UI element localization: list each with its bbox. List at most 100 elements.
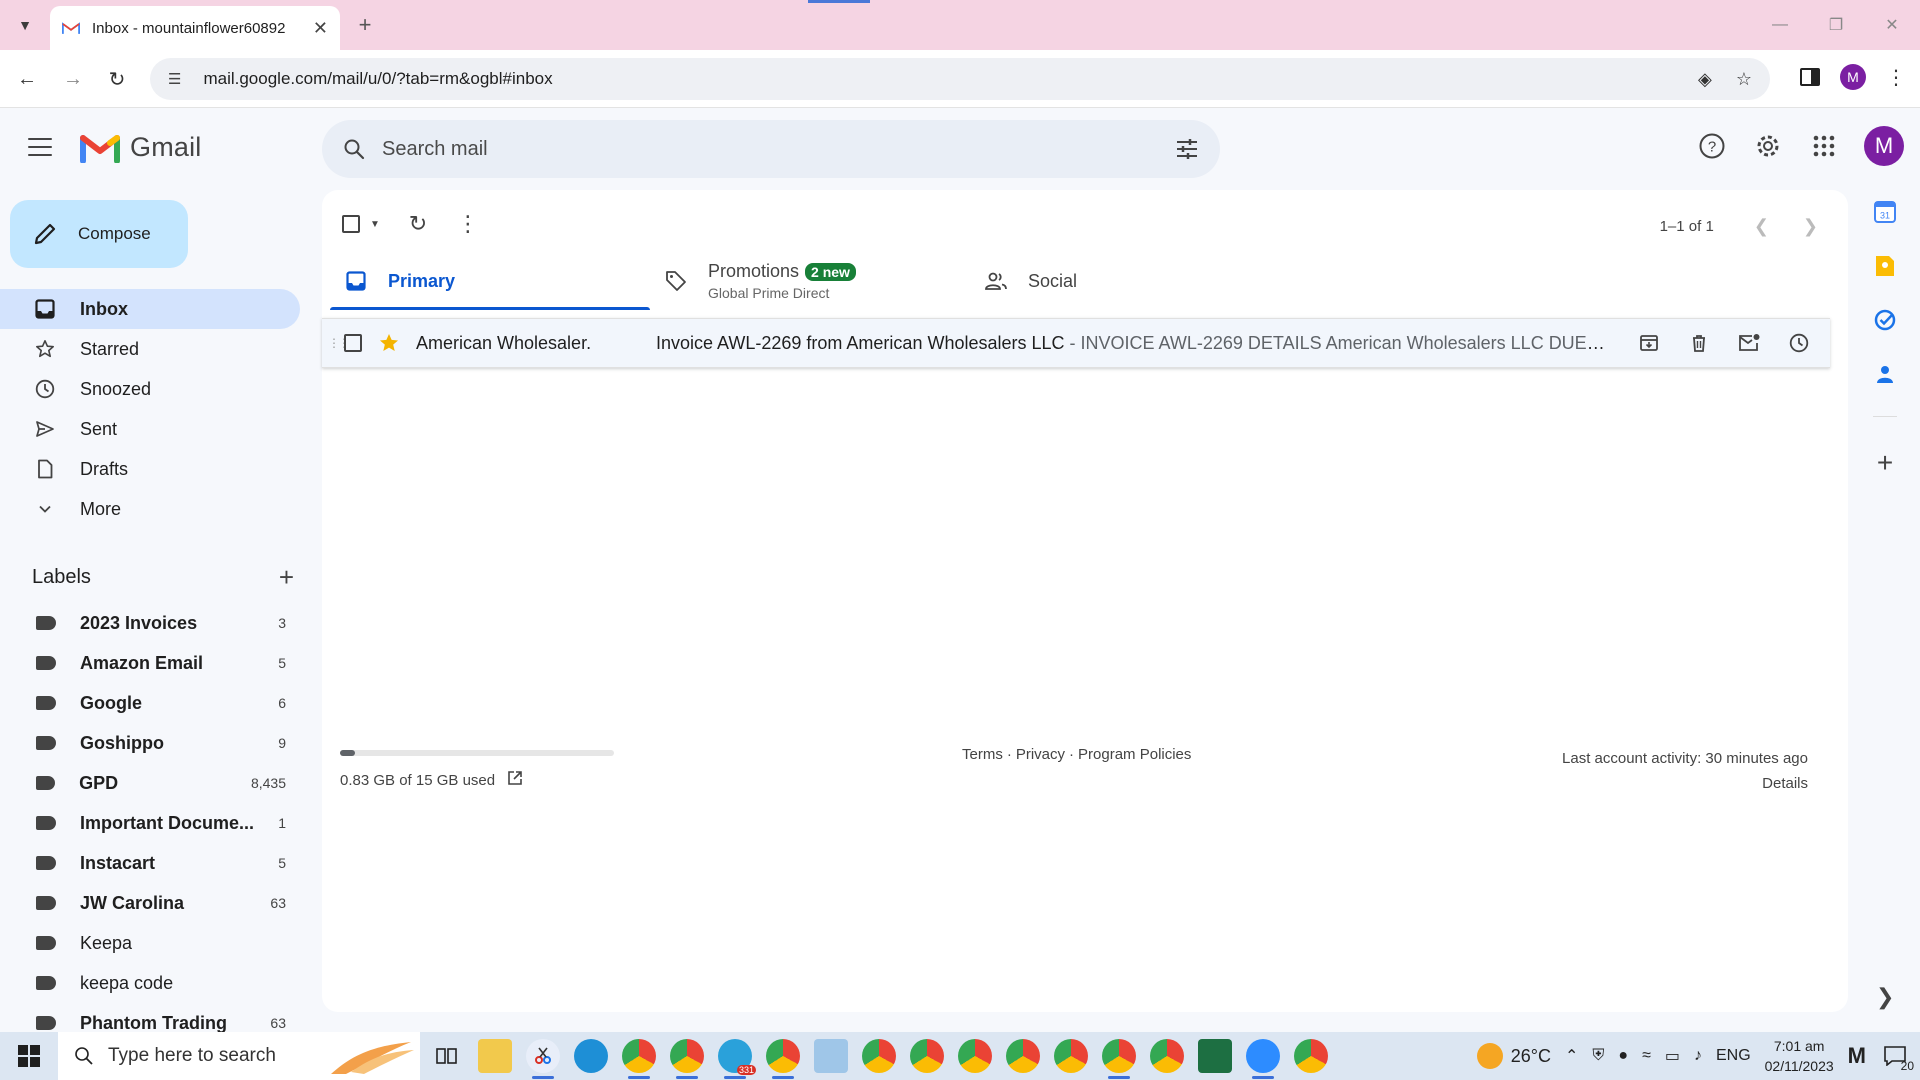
label-item[interactable]: GPD 8,435 bbox=[0, 763, 300, 803]
task-view-icon[interactable] bbox=[430, 1039, 464, 1073]
close-window-icon[interactable]: ✕ bbox=[1864, 0, 1920, 50]
chrome-profile-icon[interactable] bbox=[1102, 1039, 1136, 1079]
compose-button[interactable]: Compose bbox=[10, 200, 188, 268]
older-page-icon[interactable]: ❯ bbox=[1803, 216, 1818, 237]
browser-profile-avatar[interactable]: M bbox=[1840, 64, 1866, 90]
excel-icon[interactable] bbox=[1198, 1039, 1232, 1073]
account-avatar[interactable]: M bbox=[1864, 126, 1904, 166]
select-dropdown-icon[interactable]: ▼ bbox=[370, 219, 380, 230]
notification-center-icon[interactable]: 20 bbox=[1880, 1041, 1914, 1073]
open-external-icon[interactable] bbox=[507, 770, 523, 790]
taskbar-clock[interactable]: 7:01 am 02/11/2023 bbox=[1765, 1036, 1834, 1076]
create-label-plus-icon[interactable]: + bbox=[279, 562, 294, 593]
refresh-icon[interactable]: ↻ bbox=[406, 211, 430, 236]
program-policies-link[interactable]: Program Policies bbox=[1078, 746, 1191, 763]
taskbar-search-box[interactable]: Type here to search bbox=[58, 1032, 420, 1080]
extension-icon[interactable]: ◈ bbox=[1698, 69, 1712, 90]
drag-handle-icon[interactable]: ⋮⋮ bbox=[328, 336, 350, 350]
label-item[interactable]: keepa code bbox=[0, 963, 300, 1003]
delete-trash-icon[interactable] bbox=[1688, 332, 1710, 354]
side-panel-icon[interactable] bbox=[1800, 68, 1820, 86]
file-explorer-icon[interactable] bbox=[478, 1039, 512, 1073]
chrome-profile-icon[interactable] bbox=[910, 1039, 944, 1073]
nav-item-more[interactable]: More bbox=[0, 489, 300, 529]
chrome-icon[interactable] bbox=[1294, 1039, 1328, 1073]
nav-item-snoozed[interactable]: Snoozed bbox=[0, 369, 300, 409]
tab-social[interactable]: Social bbox=[970, 252, 1290, 310]
tasks-icon[interactable] bbox=[1873, 308, 1897, 332]
nav-item-sent[interactable]: Sent bbox=[0, 409, 300, 449]
browser-menu-icon[interactable]: ⋮ bbox=[1886, 65, 1906, 90]
tray-overflow-chevron-icon[interactable]: ⌃ bbox=[1565, 1046, 1578, 1066]
label-item[interactable]: 2023 Invoices 3 bbox=[0, 603, 300, 643]
tab-search-button[interactable]: ▼ bbox=[10, 10, 40, 40]
site-info-icon[interactable]: ☰ bbox=[168, 70, 181, 88]
chrome-profile-icon[interactable] bbox=[670, 1039, 704, 1079]
chrome-profile-icon[interactable] bbox=[1006, 1039, 1040, 1073]
chrome-profile-icon[interactable] bbox=[862, 1039, 896, 1073]
label-item[interactable]: Phantom Trading 63 bbox=[0, 1003, 300, 1033]
contacts-icon[interactable] bbox=[1873, 362, 1897, 386]
mark-unread-icon[interactable] bbox=[1738, 332, 1760, 354]
monogram-app-icon[interactable]: M bbox=[1848, 1043, 1866, 1069]
calendar-icon[interactable]: 31 bbox=[1873, 200, 1897, 224]
label-item[interactable]: Amazon Email 5 bbox=[0, 643, 300, 683]
weather-widget[interactable]: 26°C bbox=[1476, 1043, 1551, 1069]
nav-item-starred[interactable]: Starred bbox=[0, 329, 300, 369]
volume-icon[interactable]: ♪ bbox=[1694, 1047, 1702, 1065]
tab-promotions[interactable]: Promotions 2 new Global Prime Direct bbox=[650, 252, 970, 310]
new-tab-button[interactable]: + bbox=[350, 10, 380, 40]
back-icon[interactable]: ← bbox=[12, 64, 42, 94]
nav-item-drafts[interactable]: Drafts bbox=[0, 449, 300, 489]
archive-icon[interactable] bbox=[1638, 332, 1660, 354]
get-addons-plus-icon[interactable]: + bbox=[1877, 447, 1893, 479]
label-item[interactable]: Google 6 bbox=[0, 683, 300, 723]
snooze-clock-icon[interactable] bbox=[1788, 332, 1810, 354]
label-item[interactable]: Goshippo 9 bbox=[0, 723, 300, 763]
browser-tab-inbox[interactable]: Inbox - mountainflower60892 ✕ bbox=[50, 6, 340, 50]
tab-primary[interactable]: Primary bbox=[330, 252, 650, 310]
label-item[interactable]: Keepa bbox=[0, 923, 300, 963]
more-options-icon[interactable]: ⋮ bbox=[456, 211, 480, 236]
show-side-panel-chevron-icon[interactable]: ❯ bbox=[1876, 984, 1894, 1010]
privacy-link[interactable]: Privacy bbox=[1016, 746, 1065, 763]
chrome-profile-icon[interactable] bbox=[958, 1039, 992, 1073]
chrome-profile-icon[interactable] bbox=[1150, 1039, 1184, 1073]
label-item[interactable]: JW Carolina 63 bbox=[0, 883, 300, 923]
notes-app-icon[interactable] bbox=[814, 1039, 848, 1073]
minimize-icon[interactable]: — bbox=[1752, 0, 1808, 50]
settings-gear-icon[interactable] bbox=[1752, 130, 1784, 162]
terms-link[interactable]: Terms bbox=[962, 746, 1003, 763]
search-options-icon[interactable] bbox=[1174, 136, 1200, 162]
address-bar[interactable]: ☰ mail.google.com/mail/u/0/?tab=rm&ogbl#… bbox=[150, 58, 1770, 100]
battery-icon[interactable]: ▭ bbox=[1665, 1046, 1680, 1066]
search-bar[interactable] bbox=[322, 120, 1220, 178]
newer-page-icon[interactable]: ❮ bbox=[1754, 216, 1769, 237]
wifi-icon[interactable]: ≈ bbox=[1642, 1047, 1651, 1065]
chrome-profile-icon[interactable] bbox=[1054, 1039, 1088, 1073]
chrome-profile-icon[interactable] bbox=[622, 1039, 656, 1079]
nav-item-inbox[interactable]: Inbox bbox=[0, 289, 300, 329]
snipping-tool-icon[interactable] bbox=[526, 1039, 560, 1079]
edge-browser-icon[interactable] bbox=[574, 1039, 608, 1073]
keep-notes-icon[interactable] bbox=[1873, 254, 1897, 278]
email-row[interactable]: ⋮⋮ American Wholesaler. Invoice AWL-2269… bbox=[322, 318, 1830, 368]
star-filled-icon[interactable] bbox=[378, 332, 400, 354]
security-shield-icon[interactable]: ⛨ bbox=[1592, 1047, 1604, 1065]
tab-close-icon[interactable]: ✕ bbox=[313, 18, 328, 39]
help-icon[interactable]: ? bbox=[1696, 130, 1728, 162]
microphone-icon[interactable]: ● bbox=[1618, 1047, 1628, 1065]
restore-icon[interactable]: ❐ bbox=[1808, 0, 1864, 50]
select-all-control[interactable]: ▼ bbox=[342, 215, 380, 233]
email-checkbox[interactable] bbox=[344, 334, 362, 352]
reload-icon[interactable]: ↻ bbox=[102, 64, 132, 94]
label-item[interactable]: Important Docume... 1 bbox=[0, 803, 300, 843]
telegram-icon[interactable]: 331 bbox=[718, 1039, 756, 1079]
gmail-logo[interactable]: Gmail bbox=[80, 132, 202, 163]
chrome-profile-icon[interactable] bbox=[766, 1039, 800, 1079]
select-all-checkbox[interactable] bbox=[342, 215, 360, 233]
bookmark-star-icon[interactable]: ☆ bbox=[1736, 69, 1752, 90]
search-input[interactable] bbox=[382, 137, 1174, 161]
language-indicator[interactable]: ENG bbox=[1716, 1047, 1751, 1065]
label-item[interactable]: Instacart 5 bbox=[0, 843, 300, 883]
